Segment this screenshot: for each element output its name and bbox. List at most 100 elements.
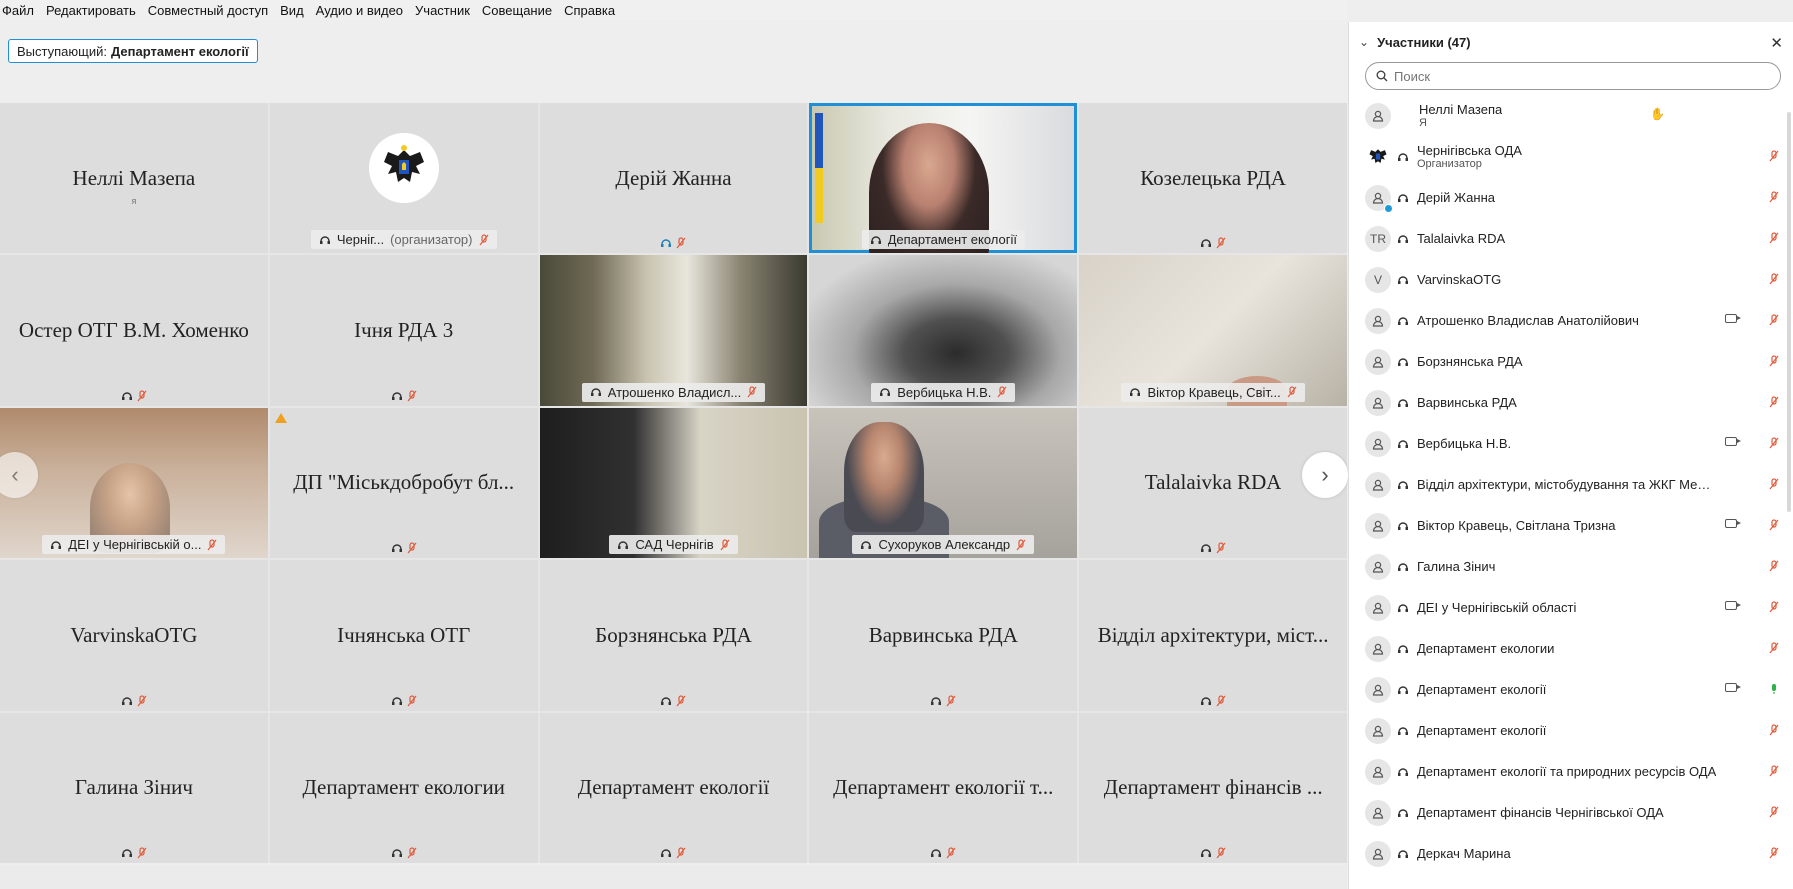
video-tile[interactable]: Департамент екології т... (809, 712, 1078, 863)
tile-name: Відділ архітектури, міст... (1097, 622, 1329, 647)
mic-off-icon (677, 847, 686, 859)
tile-name: Департамент екологии (302, 775, 505, 800)
participant-name: Варвинська РДА (1417, 395, 1517, 410)
mic-off-icon (1769, 231, 1779, 249)
participant-row[interactable]: Вербицька Н.В. (1349, 423, 1793, 464)
participant-row[interactable]: Деркач Марина (1349, 833, 1793, 874)
participant-row[interactable]: ДЕІ у Чернігівській області (1349, 587, 1793, 628)
video-tile[interactable]: Ічня РДА 3 (269, 255, 538, 406)
video-tile[interactable]: Борзнянська РДА (539, 560, 808, 711)
video-tile[interactable]: Неллі Мазепа я (0, 103, 268, 254)
headset-icon (1397, 561, 1411, 573)
participant-info: Неллі Мазепа Я (1391, 102, 1502, 129)
menu-meeting[interactable]: Совещание (482, 3, 552, 18)
video-tile[interactable]: Варвинська РДА (809, 560, 1078, 711)
video-tile-active-speaker[interactable]: Департамент екології (809, 103, 1078, 254)
participant-info: Віктор Кравець, Світлана Тризна (1411, 518, 1616, 533)
participant-row[interactable]: V VarvinskaOTG (1349, 259, 1793, 300)
participant-row[interactable]: Варвинська РДА (1349, 382, 1793, 423)
mic-off-icon (1769, 805, 1779, 823)
mic-off-icon (137, 694, 147, 706)
mic-off-icon (1216, 694, 1226, 706)
video-tile[interactable]: Черніг... (организатор) (269, 103, 538, 254)
participant-info: Департамент екологии (1411, 641, 1554, 656)
menu-view[interactable]: Вид (280, 3, 304, 18)
participant-row[interactable]: Віктор Кравець, Світлана Тризна (1349, 505, 1793, 546)
video-tile[interactable]: ДП "Міськдобробут бл... (269, 407, 538, 559)
tile-label-text: САД Чернігів (635, 537, 714, 553)
mic-off-icon (1216, 542, 1226, 554)
tile-sub: я (131, 196, 137, 206)
video-tile[interactable]: САД Чернігів (539, 407, 808, 559)
video-tile[interactable]: Козелецька РДА (1079, 103, 1347, 254)
participant-row[interactable]: Департамент екології (1349, 710, 1793, 751)
raise-hand-icon[interactable]: ✋ (1650, 107, 1665, 121)
video-tile[interactable]: Сухоруков Александр (809, 407, 1078, 559)
participant-row[interactable]: Відділ архітектури, містобудування та ЖК… (1349, 464, 1793, 505)
search-input[interactable] (1394, 68, 1758, 84)
video-tile[interactable]: Віктор Кравець, Світ... (1079, 255, 1347, 406)
mic-off-icon (1769, 190, 1779, 208)
headset-icon (661, 849, 672, 857)
video-tile[interactable]: Департамент екологии (269, 712, 538, 863)
user-avatar-icon (1365, 758, 1391, 785)
menu-file[interactable]: Файл (2, 3, 34, 18)
participant-row[interactable]: Департамент фінансів Чернігівської ОДА (1349, 792, 1793, 833)
menu-edit[interactable]: Редактировать (46, 3, 136, 18)
participant-row[interactable]: Чернігівська ОДА Организатор (1349, 136, 1793, 177)
video-tile[interactable]: Департамент екології (539, 712, 808, 863)
video-tile[interactable]: Дерій Жанна (539, 103, 808, 254)
video-tile[interactable]: Відділ архітектури, міст... (1079, 560, 1347, 711)
camera-icon (1725, 437, 1741, 446)
video-tile[interactable]: Вербицька Н.В. (809, 255, 1078, 406)
video-tile[interactable]: Ічнянська ОТГ (269, 560, 538, 711)
video-tile[interactable]: ДЕІ у Чернігівській о... (0, 407, 268, 559)
participant-search[interactable] (1365, 62, 1781, 90)
scrollbar[interactable] (1787, 112, 1791, 512)
participant-row[interactable]: Департамент екології (1349, 669, 1793, 710)
menu-participant[interactable]: Участник (415, 3, 470, 18)
participant-name: Атрошенко Владислав Анатолійович (1417, 313, 1639, 328)
menu-help[interactable]: Справка (564, 3, 615, 18)
video-tile[interactable]: VarvinskaOTG (0, 560, 268, 711)
user-avatar-icon (1365, 348, 1391, 375)
mic-off-icon (1769, 313, 1779, 331)
mic-off-icon (1016, 539, 1026, 551)
participant-row[interactable]: Неллі Мазепа Я ✋ (1349, 95, 1793, 136)
video-tile[interactable]: Департамент фінансів ... (1079, 712, 1347, 863)
user-avatar-icon (1365, 307, 1391, 334)
participant-row[interactable]: Департамент екології та природних ресурс… (1349, 751, 1793, 792)
user-avatar-icon (1365, 102, 1391, 129)
headset-icon (618, 541, 629, 549)
menu-audio-video[interactable]: Аудио и видео (316, 3, 403, 18)
mic-off-icon (1769, 436, 1779, 454)
menu-share[interactable]: Совместный доступ (148, 3, 268, 18)
tile-label-text: Атрошенко Владисл... (607, 384, 742, 400)
participant-info: Атрошенко Владислав Анатолійович (1411, 313, 1639, 328)
mic-off-icon (479, 234, 488, 246)
mic-off-icon (1216, 847, 1226, 859)
avatar-initials: TR (1365, 225, 1391, 252)
video-tile[interactable]: Остер ОТГ В.М. Хоменко (0, 255, 268, 406)
next-page-button[interactable]: › (1302, 452, 1348, 498)
participant-row[interactable]: Департамент екологии (1349, 628, 1793, 669)
participants-header[interactable]: ⌄ Участники (47) ✕ (1349, 22, 1793, 62)
mic-off-icon (1769, 723, 1779, 741)
participant-row[interactable]: Атрошенко Владислав Анатолійович (1349, 300, 1793, 341)
close-icon[interactable]: ✕ (1770, 34, 1783, 52)
participant-info: VarvinskaOTG (1411, 272, 1501, 287)
headset-icon (661, 239, 672, 248)
video-tile[interactable]: Атрошенко Владисл... (539, 255, 808, 406)
participant-row[interactable]: Дерій Жанна (1349, 177, 1793, 218)
mic-off-icon (720, 539, 730, 551)
participant-name: Віктор Кравець, Світлана Тризна (1417, 518, 1616, 533)
participant-row[interactable]: TR Talalaivka RDA (1349, 218, 1793, 259)
participant-row[interactable]: Галина Зінич (1349, 546, 1793, 587)
active-speaker-badge: Выступающий: Департамент екології (8, 39, 258, 63)
participant-row[interactable]: Борзнянська РДА (1349, 341, 1793, 382)
chevron-down-icon[interactable]: ⌄ (1359, 35, 1369, 49)
headset-icon (1397, 315, 1411, 327)
participant-info: Дерій Жанна (1411, 190, 1495, 205)
video-tile[interactable]: Галина Зінич (0, 712, 268, 863)
speaker-name: Департамент екології (110, 43, 249, 59)
